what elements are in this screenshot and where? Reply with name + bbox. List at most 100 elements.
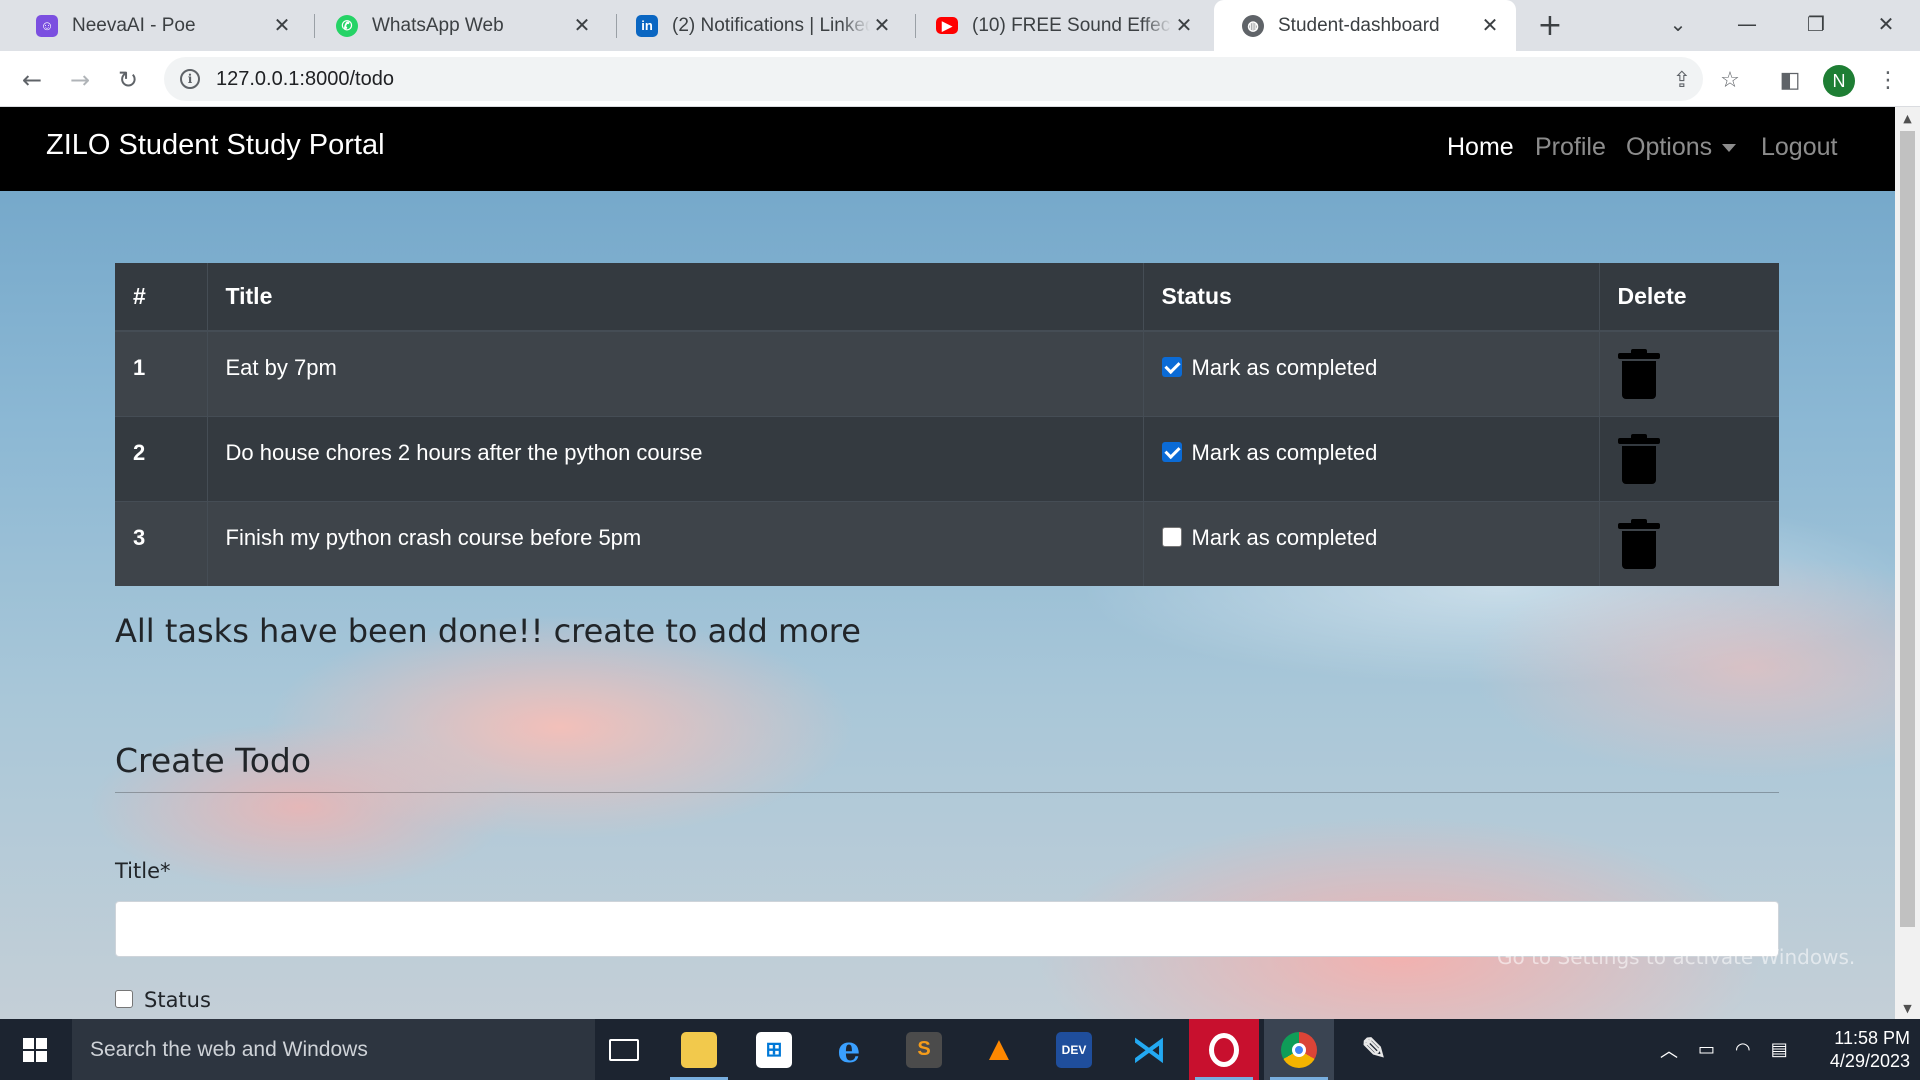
tab-linkedin[interactable]: in (2) Notifications | LinkedIn ✕ xyxy=(608,0,908,51)
nav-home-link[interactable]: Home xyxy=(1447,133,1514,162)
taskbar-edge[interactable]: e xyxy=(814,1019,884,1080)
restore-button[interactable]: ❐ xyxy=(1796,6,1836,42)
bookmark-star-icon[interactable]: ☆ xyxy=(1713,63,1747,97)
mark-completed-checkbox[interactable] xyxy=(1161,357,1182,378)
vscode-icon: ⋊ xyxy=(1132,1030,1166,1069)
nav-logout-link[interactable]: Logout xyxy=(1761,133,1837,162)
taskbar-search-placeholder: Search the web and Windows xyxy=(90,1037,368,1061)
tab-youtube[interactable]: ▶ (10) FREE Sound Effects For ✕ xyxy=(908,0,1210,51)
status-checkbox-label: Status xyxy=(144,988,211,1012)
page-scrollbar[interactable]: ▲ ▼ xyxy=(1895,107,1920,1019)
close-tab-icon[interactable]: ✕ xyxy=(1172,14,1196,38)
taskbar-paint[interactable]: ✎ xyxy=(1339,1019,1409,1080)
show-hidden-icons-chevron-icon[interactable]: ︿ xyxy=(1660,1037,1678,1063)
row-status: Mark as completed xyxy=(1142,415,1599,501)
tab-whatsapp[interactable]: ✆ WhatsApp Web ✕ xyxy=(308,0,608,51)
nav-profile-link[interactable]: Profile xyxy=(1535,133,1606,162)
scroll-up-arrow-icon[interactable]: ▲ xyxy=(1895,107,1920,129)
header-delete: Delete xyxy=(1598,263,1779,332)
share-icon[interactable]: ⇪ xyxy=(1665,63,1699,97)
wifi-icon[interactable]: ◠ xyxy=(1735,1039,1751,1060)
close-tab-icon[interactable]: ✕ xyxy=(870,14,894,38)
profile-avatar[interactable]: N xyxy=(1823,65,1855,97)
new-tab-button[interactable]: + xyxy=(1533,8,1567,43)
clock-date: 4/29/2023 xyxy=(1829,1051,1910,1071)
row-delete xyxy=(1598,500,1779,586)
opera-icon xyxy=(1209,1032,1239,1067)
youtube-icon: ▶ xyxy=(936,17,958,34)
tab-poe[interactable]: ☺ NeevaAI - Poe ✕ xyxy=(8,0,308,51)
tab-title: NeevaAI - Poe xyxy=(72,14,196,36)
table-row: 1 Eat by 7pm Mark as completed xyxy=(115,330,1779,416)
taskbar-devcpp[interactable]: DEV xyxy=(1039,1019,1109,1080)
back-button[interactable]: ← xyxy=(15,63,49,97)
reload-button[interactable]: ↻ xyxy=(111,63,145,97)
browser-tab-strip: ☺ NeevaAI - Poe ✕ ✆ WhatsApp Web ✕ in (2… xyxy=(0,0,1920,51)
mark-completed-label: Mark as completed xyxy=(1191,355,1378,380)
close-tab-icon[interactable]: ✕ xyxy=(270,14,294,38)
chrome-icon xyxy=(1281,1031,1317,1068)
status-checkbox[interactable] xyxy=(115,990,133,1008)
header-title: Title xyxy=(206,263,1143,332)
row-number: 2 xyxy=(115,415,207,501)
row-status: Mark as completed xyxy=(1142,500,1599,586)
row-title: Eat by 7pm xyxy=(206,330,1143,416)
mark-completed-label: Mark as completed xyxy=(1191,439,1378,465)
taskbar-opera[interactable] xyxy=(1189,1019,1259,1080)
task-view-button[interactable] xyxy=(589,1019,659,1080)
url-text[interactable]: 127.0.0.1:8000/todo xyxy=(216,68,394,91)
browser-menu-icon[interactable]: ⋮ xyxy=(1871,63,1905,97)
activate-windows-watermark: Activate Windows xyxy=(1497,906,1746,939)
close-window-button[interactable]: ✕ xyxy=(1866,6,1906,42)
brand-link[interactable]: ZILO Student Study Portal xyxy=(46,129,385,162)
clock-time: 11:58 PM xyxy=(1834,1028,1910,1048)
taskbar-search-box[interactable]: Search the web and Windows xyxy=(72,1019,595,1080)
row-number: 3 xyxy=(115,500,207,586)
taskbar-sublime[interactable]: S xyxy=(889,1019,959,1080)
tab-title: Student-dashboard xyxy=(1278,14,1440,36)
trash-icon[interactable] xyxy=(1617,349,1660,399)
taskbar-chrome[interactable] xyxy=(1264,1019,1334,1080)
caret-down-icon xyxy=(1722,144,1737,153)
row-delete xyxy=(1598,415,1779,501)
close-tab-icon[interactable]: ✕ xyxy=(1478,14,1502,38)
scroll-thumb[interactable] xyxy=(1900,131,1915,927)
trash-icon[interactable] xyxy=(1617,433,1660,484)
forward-button[interactable]: → xyxy=(63,63,97,97)
all-done-message: All tasks have been done!! create to add… xyxy=(115,612,861,650)
taskbar-vscode[interactable]: ⋊ xyxy=(1114,1019,1184,1080)
taskbar-store[interactable]: ⊞ xyxy=(739,1019,809,1080)
site-info-icon[interactable]: i xyxy=(180,69,200,89)
row-title: Do house chores 2 hours after the python… xyxy=(206,415,1143,501)
tab-title: (2) Notifications | LinkedIn xyxy=(672,14,870,36)
mark-completed-checkbox[interactable] xyxy=(1161,441,1182,462)
todo-table: # Title Status Delete 1 Eat by 7pm Mark … xyxy=(115,263,1779,586)
scroll-down-arrow-icon[interactable]: ▼ xyxy=(1895,997,1920,1019)
taskbar-clock[interactable]: 11:58 PM 4/29/2023 xyxy=(1810,1027,1910,1073)
windows-taskbar: Search the web and Windows ⊞ e S ▲ DEV ⋊… xyxy=(0,1019,1920,1080)
start-button[interactable] xyxy=(0,1019,70,1080)
battery-icon[interactable]: ▭ xyxy=(1698,1039,1715,1060)
edge-icon: e xyxy=(837,1028,861,1071)
globe-icon: ◍ xyxy=(1242,14,1264,37)
whatsapp-icon: ✆ xyxy=(336,14,358,37)
heading-divider xyxy=(115,792,1779,793)
taskbar-vlc[interactable]: ▲ xyxy=(964,1019,1034,1080)
dev-cpp-icon: DEV xyxy=(1056,1031,1092,1068)
title-field-label: Title* xyxy=(115,859,171,883)
trash-icon[interactable] xyxy=(1617,518,1660,569)
notifications-icon[interactable]: ▤ xyxy=(1771,1039,1788,1060)
nav-options-dropdown[interactable]: Options xyxy=(1626,133,1737,162)
tab-search-chevron-icon[interactable]: ⌄ xyxy=(1658,6,1698,42)
side-panel-icon[interactable]: ◧ xyxy=(1773,63,1807,97)
minimize-button[interactable]: — xyxy=(1727,6,1767,42)
close-tab-icon[interactable]: ✕ xyxy=(570,14,594,38)
table-row: 2 Do house chores 2 hours after the pyth… xyxy=(115,415,1779,501)
taskbar-file-explorer[interactable] xyxy=(664,1019,734,1080)
tab-student-dashboard[interactable]: ◍ Student-dashboard ✕ xyxy=(1214,0,1516,51)
address-bar[interactable]: i 127.0.0.1:8000/todo xyxy=(164,57,1703,101)
create-todo-heading: Create Todo xyxy=(115,741,312,780)
mark-completed-checkbox[interactable] xyxy=(1161,526,1182,547)
mark-completed-label: Mark as completed xyxy=(1191,524,1378,550)
table-row: 3 Finish my python crash course before 5… xyxy=(115,500,1779,586)
